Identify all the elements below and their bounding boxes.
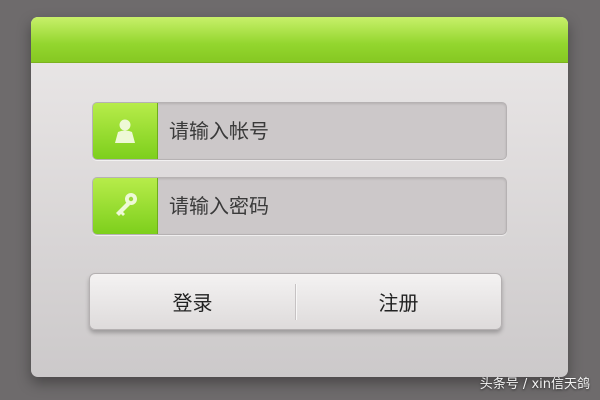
register-button[interactable]: 注册 bbox=[296, 274, 501, 329]
key-icon bbox=[116, 193, 137, 216]
login-panel: 登录 注册 bbox=[31, 17, 568, 377]
panel-header-bar bbox=[31, 17, 568, 63]
username-input[interactable] bbox=[157, 103, 506, 159]
login-button[interactable]: 登录 bbox=[90, 274, 295, 329]
username-icon-box bbox=[93, 103, 158, 159]
user-icon bbox=[115, 119, 135, 143]
password-field[interactable] bbox=[92, 177, 507, 235]
action-button-group: 登录 注册 bbox=[89, 273, 502, 330]
username-field[interactable] bbox=[92, 102, 507, 160]
password-input[interactable] bbox=[157, 178, 506, 234]
password-icon-box bbox=[93, 178, 158, 234]
watermark-text: 头条号 / xin信天鸽 bbox=[479, 377, 590, 392]
